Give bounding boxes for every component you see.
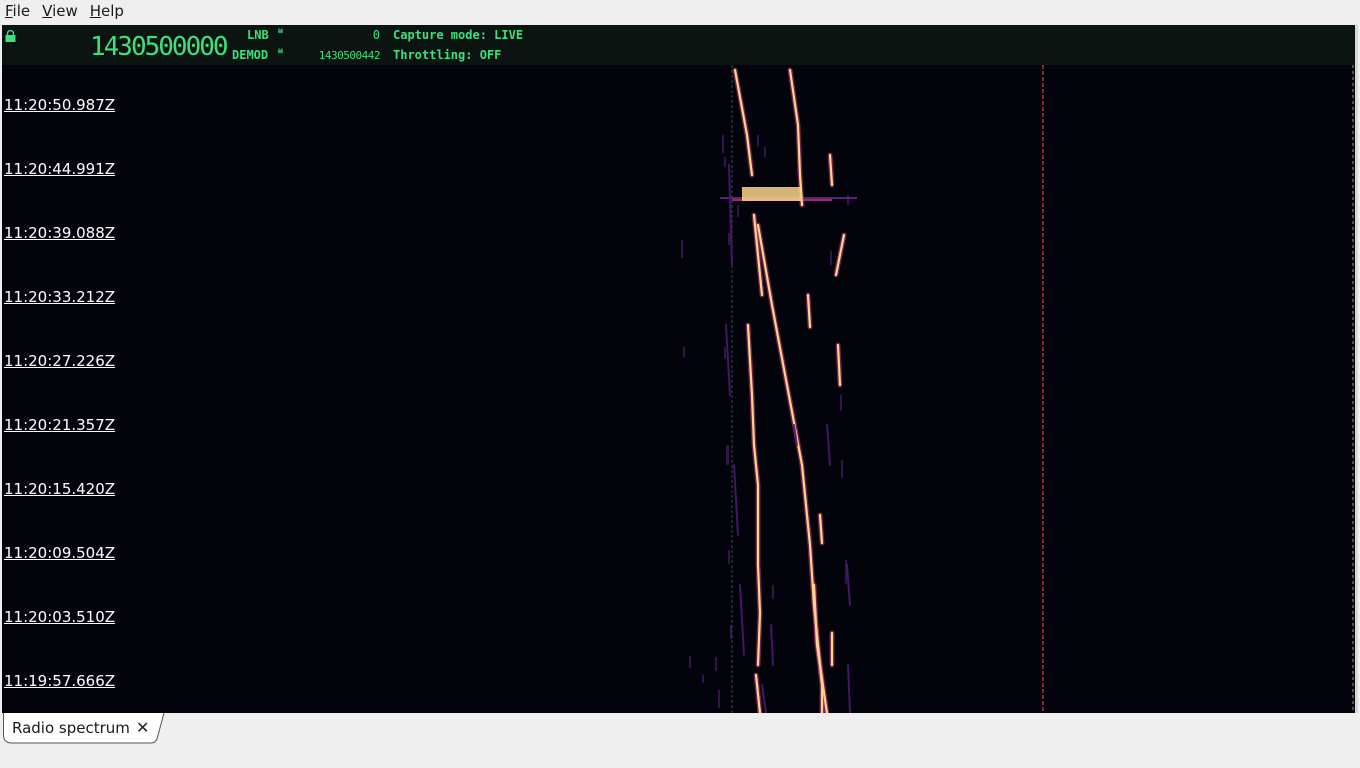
capture-mode-status: Capture mode: LIVE: [393, 28, 524, 42]
menu-view[interactable]: View: [37, 2, 83, 20]
frequency-header: 1430500000 LNB 0 DEMOD 1430500442 Captur…: [2, 25, 1355, 65]
timestamp-label[interactable]: 11:20:27.226Z: [4, 352, 115, 370]
menu-bar: File View Help: [0, 0, 1360, 22]
main-frequency-display[interactable]: 1430500000: [90, 33, 229, 61]
waterfall-display[interactable]: [2, 65, 1355, 713]
menu-view-accel: V: [42, 2, 53, 20]
menu-help-accel: H: [89, 2, 102, 20]
timestamp-label[interactable]: 11:20:50.987Z: [4, 96, 115, 114]
lnb-value[interactable]: 0: [302, 28, 380, 42]
signal-burst: [742, 187, 802, 201]
menu-file-rest: ile: [12, 2, 31, 20]
timestamp-label[interactable]: 11:20:15.420Z: [4, 480, 115, 498]
demod-label: DEMOD: [232, 48, 269, 62]
timestamp-label[interactable]: 11:19:57.666Z: [4, 672, 115, 690]
demod-value[interactable]: 1430500442: [302, 49, 381, 62]
menu-help[interactable]: Help: [85, 2, 129, 20]
menu-file-accel: F: [5, 2, 13, 20]
waterfall-canvas[interactable]: [2, 65, 1355, 713]
menu-help-rest: elp: [101, 2, 124, 20]
lock-icon[interactable]: [5, 30, 16, 42]
timestamp-label[interactable]: 11:20:39.088Z: [4, 224, 115, 242]
demod-lock-icon[interactable]: [278, 48, 283, 53]
spectrum-panel: 1430500000 LNB 0 DEMOD 1430500442 Captur…: [2, 25, 1355, 713]
menu-file[interactable]: File: [0, 2, 35, 20]
throttling-status: Throttling: OFF: [393, 48, 502, 62]
panel-border: [1355, 25, 1358, 713]
tab-label: Radio spectrum: [12, 719, 130, 737]
timestamp-label[interactable]: 11:20:44.991Z: [4, 160, 115, 178]
lnb-label: LNB: [247, 28, 269, 42]
timestamp-label[interactable]: 11:20:09.504Z: [4, 544, 115, 562]
lnb-lock-icon[interactable]: [278, 28, 283, 33]
close-icon[interactable]: ✕: [136, 718, 149, 737]
timestamp-label[interactable]: 11:20:21.357Z: [4, 416, 115, 434]
menu-view-rest: iew: [52, 2, 78, 20]
tab-bar: Radio spectrum ✕: [0, 713, 1360, 768]
timestamp-label[interactable]: 11:20:33.212Z: [4, 288, 115, 306]
timestamp-label[interactable]: 11:20:03.510Z: [4, 608, 115, 626]
